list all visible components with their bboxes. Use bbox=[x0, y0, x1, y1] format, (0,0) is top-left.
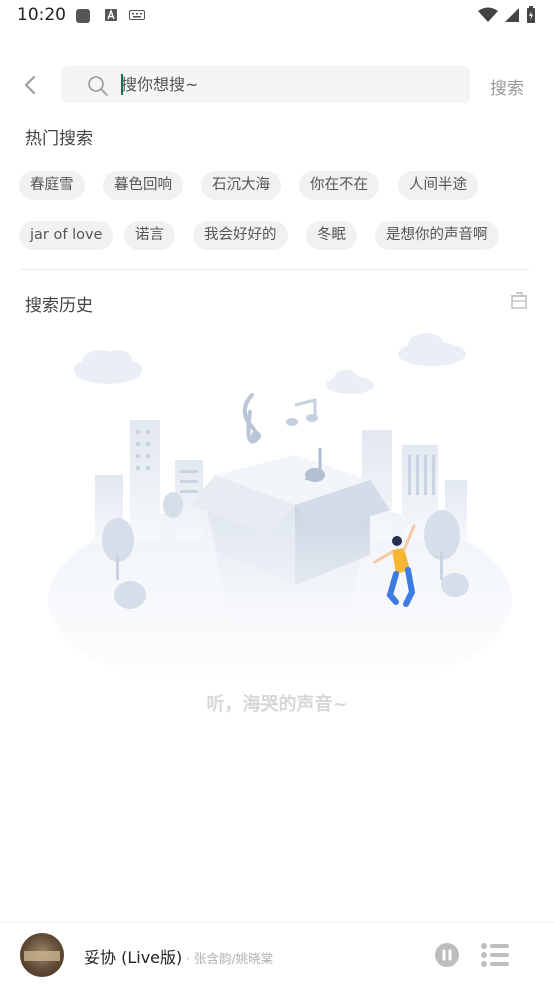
pause-icon[interactable] bbox=[434, 942, 460, 968]
song-title: 妥协 (Live版) bbox=[84, 948, 183, 967]
divider bbox=[20, 269, 529, 270]
hot-search-tag[interactable]: 冬眠 bbox=[306, 221, 357, 250]
hot-search-tag[interactable]: 诺言 bbox=[124, 221, 175, 250]
wifi-icon bbox=[478, 7, 498, 22]
keyboard-icon bbox=[129, 10, 145, 20]
empty-state-illustration bbox=[48, 333, 512, 680]
hot-search-tag[interactable]: 你在不在 bbox=[299, 171, 379, 200]
status-bar: 10:20 bbox=[0, 0, 554, 32]
hot-search-tag[interactable]: 我会好好的 bbox=[193, 221, 288, 250]
search-history-title: 搜索历史 bbox=[25, 296, 93, 316]
signal-icon bbox=[505, 8, 519, 22]
app-notification-icon bbox=[76, 9, 90, 23]
hot-search-title: 热门搜索 bbox=[25, 129, 93, 149]
album-art[interactable] bbox=[20, 933, 64, 977]
hot-search-tag[interactable]: 是想你的声音啊 bbox=[375, 221, 499, 250]
hot-search-tag[interactable]: jar of love bbox=[19, 221, 114, 250]
search-icon bbox=[88, 76, 108, 96]
playlist-icon[interactable] bbox=[480, 942, 510, 968]
hot-search-tag[interactable]: 暮色回响 bbox=[103, 171, 183, 200]
hot-search-tag[interactable]: 春庭雪 bbox=[19, 171, 85, 200]
search-box[interactable] bbox=[61, 66, 470, 103]
text-caret bbox=[121, 74, 123, 95]
hot-search-tag[interactable]: 人间半途 bbox=[398, 171, 478, 200]
empty-state-text: 听，海哭的声音~ bbox=[206, 694, 348, 715]
hot-search-tag[interactable]: 石沉大海 bbox=[201, 171, 281, 200]
chevron-left-icon bbox=[25, 76, 35, 94]
status-time: 10:20 bbox=[17, 5, 66, 25]
search-input[interactable] bbox=[121, 70, 441, 99]
battery-icon bbox=[527, 6, 535, 23]
song-artist: · 张含韵/姚晓棠 bbox=[186, 951, 274, 966]
search-submit-button[interactable]: 搜索 bbox=[490, 74, 524, 99]
mini-player[interactable]: 妥协 (Live版) · 张含韵/姚晓棠 bbox=[0, 922, 554, 985]
keyboard-a-icon bbox=[105, 9, 117, 21]
trash-icon[interactable] bbox=[509, 290, 529, 310]
back-button[interactable] bbox=[16, 70, 44, 100]
